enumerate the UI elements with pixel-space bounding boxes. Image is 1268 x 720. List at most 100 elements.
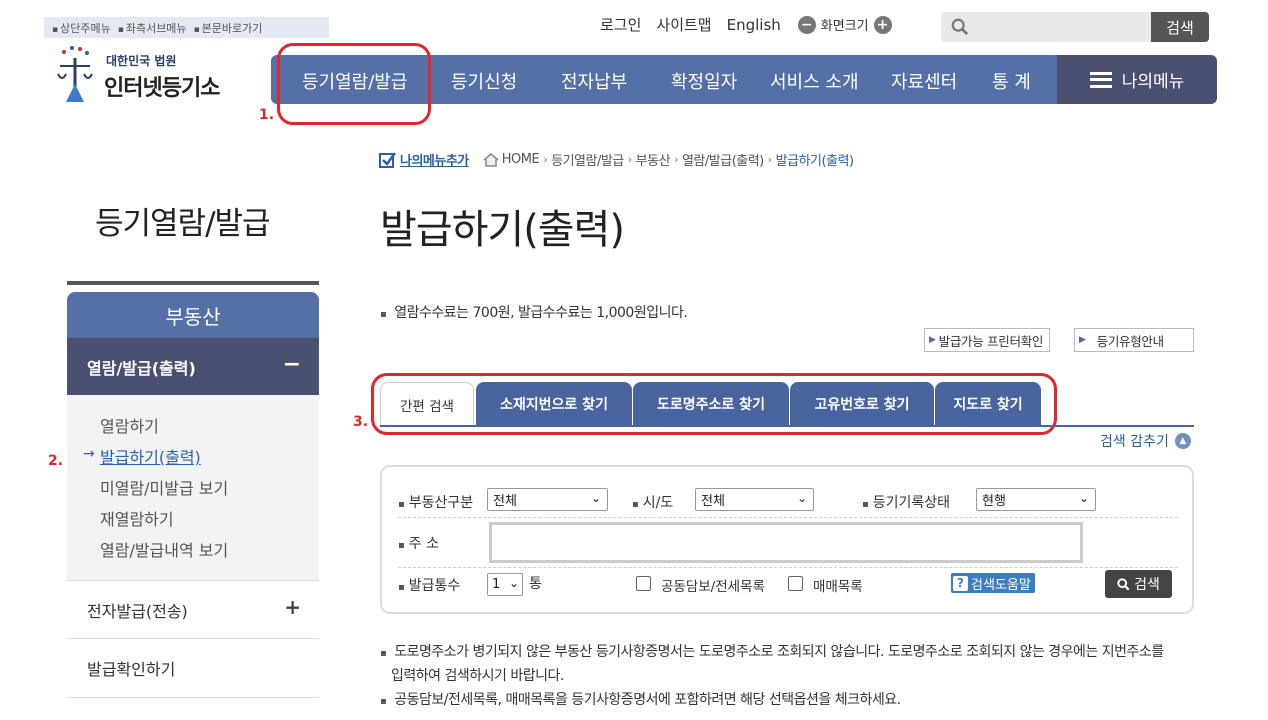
annotation-number-3: 3. bbox=[353, 414, 369, 430]
sidebar-title: 등기열람/발급 bbox=[95, 206, 271, 242]
property-type-label: 부동산구분 bbox=[398, 492, 473, 512]
fee-notice: 열람수수료는 700원, 발급수수료는 1,000원입니다. bbox=[380, 302, 688, 322]
arrow-right-icon: → bbox=[83, 446, 95, 462]
skip-link-left-menu[interactable]: 좌측서브메뉴 bbox=[118, 20, 187, 36]
sidebar-divider bbox=[67, 281, 319, 285]
search-icon bbox=[1117, 577, 1130, 591]
issue-count-label: 발급통수 bbox=[398, 575, 461, 595]
logo[interactable]: 대한민국 법원 인터넷등기소 bbox=[52, 44, 252, 106]
sidebar-subitem-review[interactable]: 재열람하기 bbox=[100, 506, 174, 530]
breadcrumb-separator-icon: › bbox=[543, 153, 548, 166]
trade-list-checkbox[interactable] bbox=[788, 576, 803, 591]
nav-item-statistics[interactable]: 통 계 bbox=[992, 68, 1031, 94]
add-my-menu-link[interactable]: 나의메뉴추가 bbox=[379, 150, 469, 169]
expand-icon[interactable]: + bbox=[284, 595, 301, 619]
my-menu-button[interactable]: 나의메뉴 bbox=[1057, 55, 1217, 104]
registry-type-button[interactable]: ▶ 등기유형안내 bbox=[1074, 328, 1194, 352]
breadcrumb-separator-icon: › bbox=[767, 153, 772, 166]
joint-collateral-checkbox[interactable] bbox=[636, 576, 651, 591]
breadcrumb-item[interactable]: 등기열람/발급 bbox=[551, 150, 624, 169]
tab-road-address[interactable]: 도로명주소로 찾기 bbox=[633, 382, 789, 426]
breadcrumb-home[interactable]: HOME bbox=[483, 152, 540, 167]
checkbox-check-icon bbox=[379, 151, 397, 168]
add-my-menu-label: 나의메뉴추가 bbox=[400, 154, 469, 169]
breadcrumb-item[interactable]: 부동산 bbox=[636, 150, 671, 169]
sitemap-link[interactable]: 사이트맵 bbox=[656, 14, 711, 35]
nav-item-e-payment[interactable]: 전자납부 bbox=[561, 68, 627, 94]
breadcrumb-item[interactable]: 열람/발급(출력) bbox=[682, 150, 764, 169]
nav-item-registry-apply[interactable]: 등기신청 bbox=[451, 68, 517, 94]
sidebar-subitem-unviewed[interactable]: 미열람/미발급 보기 bbox=[100, 475, 228, 499]
arrow-right-icon: ▶ bbox=[1079, 335, 1086, 345]
search-help-label: 검색도움말 bbox=[971, 577, 1031, 593]
notice-road-address: 도로명주소가 병기되지 않은 부동산 등기사항증명서는 도로명주소로 조회되지 … bbox=[380, 641, 1164, 661]
zoom-out-icon[interactable]: − bbox=[797, 15, 816, 34]
tab-simple-search[interactable]: 간편 검색 bbox=[380, 382, 474, 426]
registry-type-label: 등기유형안내 bbox=[1096, 333, 1165, 349]
tab-underline bbox=[380, 425, 1194, 427]
nav-item-fixed-date[interactable]: 확정일자 bbox=[671, 68, 737, 94]
city-label: 시/도 bbox=[632, 492, 673, 512]
search-button[interactable]: 검색 bbox=[1105, 570, 1172, 598]
notice-options: 공동담보/전세목록, 매매목록을 등기사항증명서에 포함하려면 해당 선택옵션을… bbox=[380, 689, 901, 709]
tab-unique-number[interactable]: 고유번호로 찾기 bbox=[790, 382, 934, 426]
sidebar-item-view-issue[interactable]: 열람/발급(출력) − bbox=[67, 338, 319, 395]
skip-link-top-menu[interactable]: 상단주메뉴 bbox=[52, 20, 111, 36]
chevron-down-icon: ⌄ bbox=[1078, 491, 1089, 505]
skip-link-content[interactable]: 본문바로가기 bbox=[194, 20, 263, 36]
login-link[interactable]: 로그인 bbox=[600, 14, 641, 35]
chevron-down-icon: ⌄ bbox=[508, 576, 519, 590]
tab-lot-number[interactable]: 소재지번으로 찾기 bbox=[476, 382, 632, 426]
nav-item-resource-center[interactable]: 자료센터 bbox=[891, 68, 957, 94]
hide-search-label: 검색 감추기 bbox=[1100, 434, 1169, 450]
row-divider bbox=[398, 517, 1178, 518]
sidebar-subitem-history[interactable]: 열람/발급내역 보기 bbox=[100, 537, 228, 561]
trade-list-label: 매매목록 bbox=[813, 579, 863, 595]
breadcrumb-current: 발급하기(출력) bbox=[775, 154, 854, 169]
city-select[interactable]: 전체 ⌄ bbox=[695, 488, 814, 511]
sidebar-item-label: 전자발급(전송) bbox=[87, 601, 188, 621]
skip-links: 상단주메뉴 좌측서브메뉴 본문바로가기 bbox=[44, 17, 329, 38]
property-type-select[interactable]: 전체 ⌄ bbox=[487, 488, 608, 511]
search-form: 부동산구분 전체⌄ 시/도 전체⌄ 등기기록상태 현행⌄ 주 소 발급통수 1⌄… bbox=[380, 465, 1194, 614]
court-emblem-icon bbox=[57, 46, 93, 102]
english-link[interactable]: English bbox=[727, 16, 781, 34]
record-status-select[interactable]: 현행 ⌄ bbox=[976, 488, 1096, 511]
sidebar-subitem-view[interactable]: 열람하기 bbox=[100, 413, 159, 437]
site-search-input[interactable] bbox=[975, 16, 1145, 38]
hamburger-icon bbox=[1089, 71, 1112, 88]
notice-road-address-cont: 입력하여 검색하시기 바랍니다. bbox=[391, 668, 564, 684]
zoom-label: 화면크기 bbox=[820, 19, 869, 34]
logo-title: 인터넷등기소 bbox=[104, 76, 220, 101]
search-help-button[interactable]: ? 검색도움말 bbox=[951, 573, 1035, 593]
question-icon: ? bbox=[953, 575, 968, 591]
address-label: 주 소 bbox=[398, 533, 439, 553]
record-status-value: 현행 bbox=[982, 494, 1006, 509]
city-value: 전체 bbox=[701, 494, 725, 509]
address-input[interactable] bbox=[489, 522, 1083, 563]
sidebar-item-verify[interactable]: 발급확인하기 bbox=[67, 639, 319, 698]
sidebar-item-e-issue[interactable]: 전자발급(전송) + bbox=[67, 580, 319, 639]
printer-check-button[interactable]: ▶ 발급가능 프린터확인 bbox=[924, 328, 1051, 352]
breadcrumb: 나의메뉴추가 HOME › 등기열람/발급 › 부동산 › 열람/발급(출력) … bbox=[379, 150, 854, 169]
my-menu-label: 나의메뉴 bbox=[1121, 72, 1185, 92]
sidebar-subitem-issue[interactable]: 발급하기(출력) bbox=[100, 444, 201, 468]
zoom-in-icon[interactable]: + bbox=[873, 15, 892, 34]
issue-count-value: 1 bbox=[492, 577, 501, 592]
sidebar-item-label: 열람/발급(출력) bbox=[87, 358, 196, 378]
logo-court-label: 대한민국 법원 bbox=[106, 54, 177, 68]
tab-map[interactable]: 지도로 찾기 bbox=[935, 382, 1041, 426]
site-search: 검색 bbox=[941, 12, 1209, 42]
site-search-button[interactable]: 검색 bbox=[1151, 12, 1209, 42]
zoom-control: − 화면크기 + bbox=[797, 15, 892, 34]
property-type-value: 전체 bbox=[493, 494, 517, 509]
sidebar-header: 부동산 bbox=[67, 292, 319, 338]
record-status-label: 등기기록상태 bbox=[862, 492, 950, 512]
page-title: 발급하기(출력) bbox=[380, 207, 625, 253]
nav-item-service-intro[interactable]: 서비스 소개 bbox=[770, 68, 859, 94]
collapse-icon[interactable]: − bbox=[283, 352, 301, 377]
issue-count-select[interactable]: 1 ⌄ bbox=[487, 573, 523, 596]
hide-search-toggle[interactable]: 검색 감추기 ▲ bbox=[1100, 431, 1191, 451]
search-button-label: 검색 bbox=[1134, 577, 1160, 593]
chevron-down-icon: ⌄ bbox=[796, 491, 807, 505]
